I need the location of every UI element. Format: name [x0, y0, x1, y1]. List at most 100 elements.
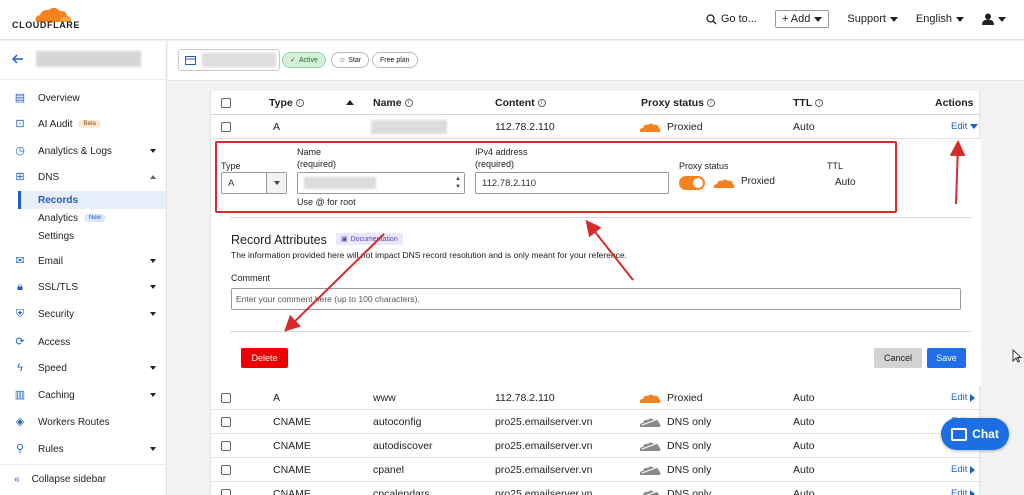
- sidebar-subitem-analytics[interactable]: Analytics New: [18, 209, 166, 227]
- sidebar-item-overview[interactable]: ▤ Overview: [0, 87, 166, 109]
- table-row[interactable]: CNAME autodiscover pro25.emailserver.vn DNS…: [211, 434, 981, 458]
- edit-label: Edit: [951, 488, 968, 495]
- row-checkbox[interactable]: [221, 488, 231, 495]
- account-switcher[interactable]: [12, 51, 141, 67]
- brand-name: CLOUDFLARE: [12, 20, 80, 30]
- ipv4-input[interactable]: 112.78.2.110: [475, 172, 669, 194]
- proxy-status: Proxied: [639, 115, 703, 138]
- edit-toggle[interactable]: Edit: [951, 121, 979, 132]
- user-menu[interactable]: [982, 13, 1006, 25]
- type-field-label: Type: [221, 161, 241, 171]
- sidebar-subitem-label: Settings: [38, 230, 75, 242]
- star-label: Star: [348, 56, 362, 64]
- column-content[interactable]: Content i: [495, 91, 546, 114]
- column-ttl[interactable]: TTL i: [793, 91, 824, 114]
- column-name[interactable]: Name i: [373, 91, 413, 114]
- edit-button[interactable]: Edit: [951, 464, 976, 475]
- row-checkbox[interactable]: [221, 464, 231, 475]
- proxy-status-label: Proxy status: [679, 161, 729, 171]
- type-select[interactable]: A: [221, 172, 287, 194]
- star-button[interactable]: ☆ Star: [331, 52, 370, 68]
- edit-button[interactable]: Edit: [951, 488, 976, 495]
- row-checkbox[interactable]: [221, 121, 231, 132]
- sidebar-item-caching[interactable]: ▥ Caching: [0, 384, 166, 406]
- sidebar-item-label: Security: [38, 308, 75, 320]
- table-row[interactable]: A 112.78.2.110 Proxied Auto Edit: [211, 115, 981, 139]
- cloudflare-logo[interactable]: CLOUDFLARE: [12, 6, 82, 34]
- chevron-down-icon: [150, 259, 156, 263]
- row-checkbox[interactable]: [221, 392, 231, 403]
- dns-only-cloud-icon: [639, 441, 661, 451]
- dropdown-button[interactable]: [266, 173, 286, 193]
- chat-button[interactable]: Chat: [941, 418, 1009, 450]
- language-menu[interactable]: English: [916, 13, 964, 25]
- add-label: + Add: [781, 13, 811, 25]
- chevron-down-icon: [956, 16, 964, 22]
- edit-button[interactable]: Edit: [951, 392, 976, 403]
- spinner-arrows-icon[interactable]: ▲ ▼: [455, 175, 461, 191]
- sidebar-item-ssl-tls[interactable]: 🔒︎ SSL/TLS: [0, 276, 166, 298]
- row-checkbox[interactable]: [221, 416, 231, 427]
- double-chevron-left-icon: «: [14, 474, 20, 485]
- table-row[interactable]: CNAME cpcalendars pro25.emailserver.vn DNS …: [211, 482, 981, 495]
- sidebar-item-security[interactable]: ⛨ Security: [0, 303, 166, 325]
- chevron-right-icon: [970, 489, 976, 495]
- chevron-up-icon: [150, 175, 156, 179]
- chevron-down-icon: [150, 285, 156, 289]
- table-row[interactable]: CNAME cpanel pro25.emailserver.vn DNS only A…: [211, 458, 981, 482]
- table-row[interactable]: Awww 112.78.2.110 Proxied Auto Edit: [211, 386, 981, 410]
- goto-button[interactable]: Go to...: [706, 13, 757, 25]
- sidebar-subitem-settings[interactable]: Settings: [18, 227, 166, 245]
- back-arrow-icon[interactable]: [12, 54, 24, 64]
- chat-bubble-icon: [951, 427, 968, 441]
- top-navigation: Go to... + Add Support English: [706, 10, 1006, 28]
- document-icon: ▤: [14, 92, 26, 104]
- sidebar-item-ai-audit[interactable]: ⊡ AI Audit Beta: [0, 113, 166, 135]
- window-icon: [185, 55, 196, 65]
- proxy-label: DNS only: [667, 487, 712, 495]
- sidebar-item-email[interactable]: ✉ Email: [0, 250, 166, 272]
- sidebar-item-dns[interactable]: ⊞ DNS: [0, 166, 166, 188]
- sort-ascending-icon[interactable]: [346, 91, 354, 114]
- info-icon: i: [537, 98, 546, 107]
- sidebar-item-label: Overview: [38, 92, 80, 104]
- documentation-link[interactable]: ▣ Documentation: [336, 233, 403, 245]
- record-type: CNAME: [273, 463, 311, 476]
- support-menu[interactable]: Support: [847, 13, 898, 25]
- goto-label: Go to...: [720, 13, 757, 25]
- column-type[interactable]: Type i: [269, 91, 304, 114]
- sidebar-item-speed[interactable]: ϟ Speed: [0, 357, 166, 379]
- table-row[interactable]: CNAME autoconfig pro25.emailserver.vn DNS o…: [211, 410, 981, 434]
- chevron-down-icon: [889, 16, 898, 22]
- sidebar-item-analytics-logs[interactable]: ◷ Analytics & Logs: [0, 140, 166, 162]
- comment-input[interactable]: Enter your comment here (up to 100 chara…: [231, 288, 961, 310]
- sidebar-subitem-records[interactable]: Records: [18, 191, 166, 209]
- record-content: pro25.emailserver.vn: [495, 463, 593, 476]
- collapse-sidebar-button[interactable]: « Collapse sidebar: [0, 464, 166, 494]
- name-input[interactable]: ▲ ▼: [297, 172, 465, 194]
- column-proxy-status[interactable]: Proxy status i: [641, 91, 716, 114]
- sidebar-item-label: AI Audit: [38, 118, 73, 130]
- table-header: Type i Name i Content i Proxy status i TTL i …: [211, 91, 981, 115]
- beta-badge: Beta: [78, 120, 101, 128]
- zone-selector[interactable]: [178, 49, 280, 71]
- select-all-checkbox[interactable]: [221, 97, 231, 108]
- delete-button[interactable]: Delete: [241, 348, 288, 368]
- proxy-status: DNS only: [639, 410, 711, 433]
- new-badge: New: [84, 214, 107, 222]
- add-button[interactable]: + Add: [774, 10, 830, 28]
- record-type: CNAME: [273, 415, 311, 428]
- record-ttl: Auto: [793, 487, 815, 495]
- cancel-button[interactable]: Cancel: [874, 348, 922, 368]
- proxy-toggle[interactable]: [679, 176, 705, 190]
- mail-icon: ✉: [15, 255, 25, 267]
- sidebar-item-access[interactable]: ⟳ Access: [0, 331, 166, 353]
- sidebar-item-workers-routes[interactable]: ◈ Workers Routes: [0, 411, 166, 433]
- plan-badge[interactable]: Free plan: [372, 52, 418, 68]
- row-checkbox[interactable]: [221, 440, 231, 451]
- sidebar-item-rules[interactable]: ⚲ Rules: [0, 438, 166, 460]
- info-icon: i: [295, 98, 304, 107]
- column-label: TTL: [793, 96, 813, 109]
- save-button[interactable]: Save: [927, 348, 966, 368]
- ipv4-value: 112.78.2.110: [482, 177, 537, 189]
